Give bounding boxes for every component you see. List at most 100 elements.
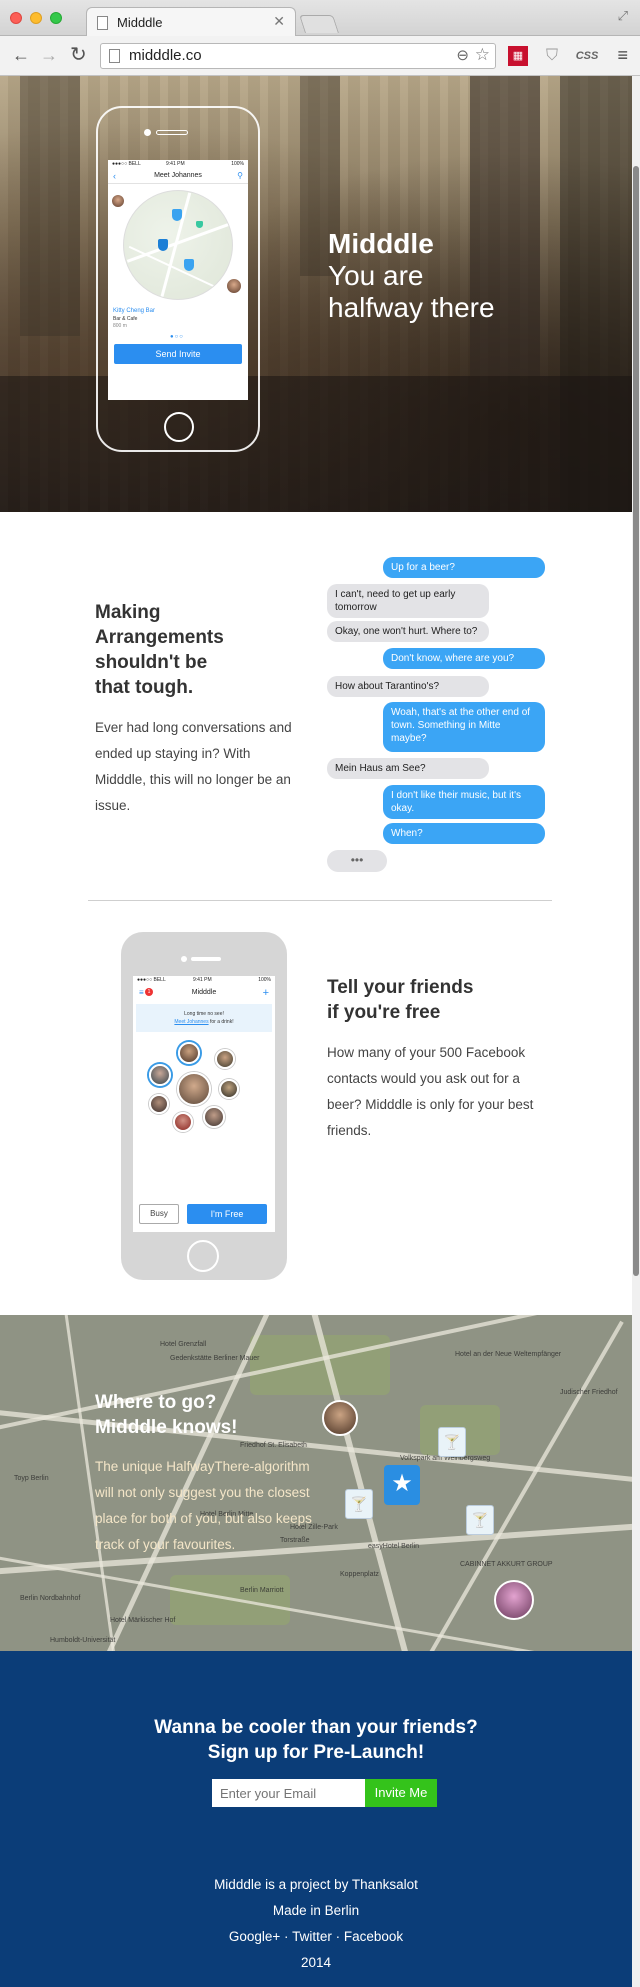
notification-banner[interactable]: Long time no see! Meet Johannes for a dr… (136, 1004, 272, 1032)
bar-pin-icon (184, 259, 194, 271)
chat-bubble-incoming: I can't, need to get up early tomorrow (327, 584, 489, 618)
cocktail-pin-icon: 🍸 (345, 1489, 373, 1519)
status-time: 9:41 PM (193, 977, 212, 983)
page-icon (109, 49, 120, 63)
hero-subtitle: halfway there (328, 292, 495, 323)
friend-avatar[interactable] (203, 1106, 225, 1128)
fullscreen-icon[interactable]: ⤢ (618, 8, 628, 24)
status-battery: 100% (258, 977, 271, 983)
friend-avatar[interactable] (149, 1094, 169, 1114)
chat-bubble-incoming: Okay, one won't hurt. Where to? (327, 621, 489, 642)
friend-avatar[interactable] (149, 1064, 171, 1086)
scrollbar[interactable] (632, 76, 640, 1987)
send-invite-button[interactable]: Send Invite (114, 344, 242, 364)
address-bar[interactable]: midddle.co ⊖ ☆ (100, 43, 496, 69)
bar-pin-icon (172, 209, 182, 221)
facebook-link[interactable]: Facebook (344, 1929, 403, 1944)
menu-icon[interactable]: ≡ (139, 985, 144, 1001)
close-icon[interactable]: ✕ (273, 13, 285, 30)
bookmark-star-icon[interactable]: ☆ (475, 45, 490, 65)
nav-title: Midddle (191, 989, 217, 996)
midpoint-pin-icon (158, 239, 168, 251)
nav-title: Meet Johannes (154, 172, 202, 179)
footer-credit: Midddle is a project by Thanksalot (214, 1877, 418, 1892)
arrangements-title: Making Arrangements shouldn't be that to… (95, 602, 224, 698)
chat-bubble-incoming: Mein Haus am See? (327, 758, 489, 779)
page-dots: ●○○ (170, 334, 184, 340)
invite-me-button[interactable]: Invite Me (365, 1779, 437, 1807)
avatar (322, 1400, 358, 1436)
friend-avatar[interactable] (178, 1042, 200, 1064)
meet-link[interactable]: Meet Johannes (174, 1019, 208, 1025)
new-tab-button[interactable] (299, 15, 339, 33)
avatar (226, 278, 242, 294)
zoom-window-button[interactable] (50, 12, 62, 24)
shield-icon[interactable]: ⛉ (544, 46, 560, 66)
phone-home-button (187, 1240, 219, 1272)
hero-phone-mockup: ●●●○○ BELL 9:41 PM 100% ‹ Meet Johannes … (96, 106, 260, 452)
phone-screen: ●●●○○ BELL 9:41 PM 100% ‹ Meet Johannes … (108, 160, 248, 400)
phone-camera (181, 956, 187, 962)
phone-screen: ●●●○○ BELL 9:41 PM 100% ≡ 1 Midddle + Lo… (133, 976, 275, 1232)
email-field[interactable] (212, 1779, 365, 1807)
hero-title: Midddle (328, 228, 434, 259)
star-pin-icon: ★ (384, 1465, 420, 1505)
im-free-button[interactable]: I'm Free (187, 1204, 267, 1224)
footer-social-links: Google+ · Twitter · Facebook (228, 1929, 404, 1944)
search-icon[interactable]: ⚲ (237, 168, 243, 184)
friends-phone-mockup: ●●●○○ BELL 9:41 PM 100% ≡ 1 Midddle + Lo… (121, 932, 287, 1280)
css-extension-icon[interactable]: CSS (574, 46, 600, 66)
browser-tab[interactable]: Midddle ✕ (86, 7, 296, 37)
zoom-icon[interactable]: ⊖ (456, 46, 469, 64)
status-time: 9:41 PM (166, 161, 185, 167)
phone-home-button (164, 412, 194, 442)
cocktail-pin-icon: 🍸 (438, 1427, 466, 1457)
chat-bubble-outgoing: Up for a beer? (383, 557, 545, 578)
arrangements-body: Ever had long conversations and ended up… (95, 720, 292, 813)
menu-icon[interactable]: ≡ (617, 45, 628, 66)
hero-section: ●●●○○ BELL 9:41 PM 100% ‹ Meet Johannes … (0, 76, 632, 512)
extension-red-icon[interactable]: ▦ (508, 46, 528, 66)
busy-button[interactable]: Busy (139, 1204, 179, 1224)
google-plus-link[interactable]: Google+ (229, 1929, 280, 1944)
reload-icon[interactable]: ↻ (70, 44, 87, 66)
signup-title: Wanna be cooler than your friends? Sign … (154, 1717, 478, 1763)
app-nav-bar: ≡ 1 Midddle + (133, 985, 275, 1001)
bar-pin-icon (196, 221, 203, 228)
twitter-link[interactable]: Twitter (292, 1929, 332, 1944)
phone-camera (144, 129, 151, 136)
add-icon[interactable]: + (263, 985, 269, 1001)
avatar (111, 194, 125, 208)
chat-bubble-incoming: How about Tarantino's? (327, 676, 489, 697)
chat-bubble-outgoing: When? (383, 823, 545, 844)
place-name: Kitty Cheng Bar (113, 308, 156, 314)
avatar (494, 1580, 534, 1620)
friends-title: Tell your friends if you're free (327, 977, 474, 1023)
back-chevron-icon[interactable]: ‹ (113, 168, 116, 184)
scrollbar-thumb[interactable] (633, 166, 639, 1276)
place-distance: 800 m (113, 323, 127, 329)
friend-avatar[interactable] (177, 1072, 211, 1106)
thanksalot-link[interactable]: Thanksalot (352, 1877, 418, 1892)
place-type: Bar & Cafe (113, 316, 138, 322)
status-battery: 100% (231, 161, 244, 167)
chat-bubble-outgoing: I don't like their music, but it's okay. (383, 785, 545, 819)
app-nav-bar: ‹ Meet Johannes ⚲ (108, 168, 248, 184)
back-arrow-icon[interactable]: ← (12, 44, 30, 66)
forward-arrow-icon[interactable]: → (40, 44, 58, 66)
close-window-button[interactable] (10, 12, 22, 24)
phone-speaker (191, 957, 221, 961)
tab-title: Midddle (117, 15, 163, 30)
browser-toolbar: ← → ↻ midddle.co ⊖ ☆ ▦ ⛉ CSS ≡ (0, 36, 640, 76)
friend-avatar[interactable] (219, 1079, 239, 1099)
minimize-window-button[interactable] (30, 12, 42, 24)
hero-subtitle: You are (328, 260, 424, 291)
map-body: The unique HalfwayThere-algorithm will n… (95, 1459, 312, 1552)
friend-avatar[interactable] (173, 1112, 193, 1132)
cocktail-pin-icon: 🍸 (466, 1505, 494, 1535)
phone-speaker (156, 130, 188, 135)
friend-avatar[interactable] (215, 1049, 235, 1069)
circle-map (123, 190, 233, 300)
friends-body: How many of your 500 Facebook contacts w… (327, 1045, 534, 1138)
url-text[interactable]: midddle.co (129, 47, 202, 64)
